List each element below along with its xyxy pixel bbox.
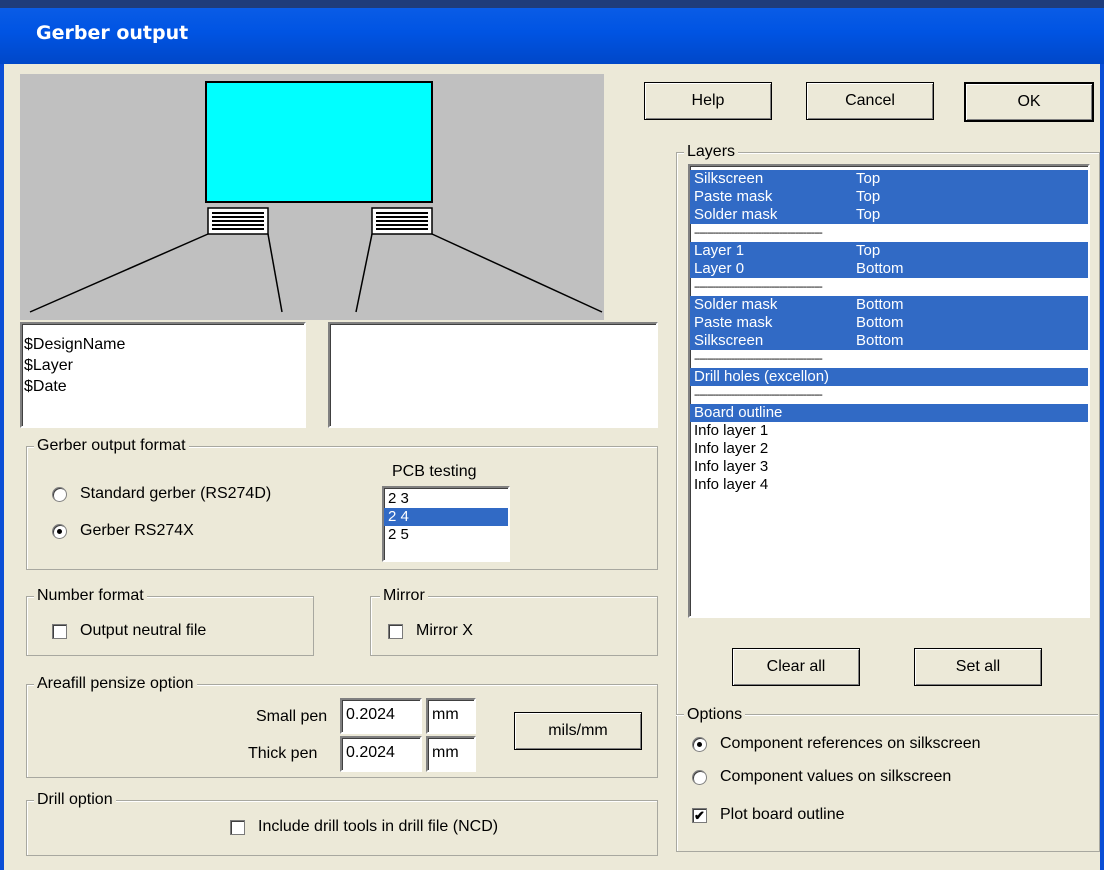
drill-option-label: Drill option — [34, 791, 116, 809]
include-drill-checkbox[interactable] — [230, 820, 245, 835]
title-bar-top-strip — [0, 0, 1104, 8]
output-neutral-checkbox[interactable] — [52, 624, 67, 639]
layer-name: Layer 0 — [694, 260, 745, 277]
layer-name: Info layer 2 — [694, 440, 769, 457]
layer-name: Paste mask — [694, 188, 773, 205]
areafill-label: Areafill pensize option — [34, 675, 197, 693]
layer-row[interactable]: Info layer 4 — [690, 476, 1088, 494]
output-neutral-label[interactable]: Output neutral file — [80, 621, 206, 641]
layer-name: Info layer 3 — [694, 458, 769, 475]
layer-separator: ----------------------------------------… — [694, 227, 823, 239]
layer-name: Info layer 4 — [694, 476, 769, 493]
layer-row[interactable]: Layer 1 Top — [690, 242, 1088, 260]
layer-side: Bottom — [856, 260, 904, 277]
mirror-group — [370, 596, 658, 656]
radio-component-values[interactable] — [692, 770, 707, 785]
layer-row[interactable]: Drill holes (excellon) — [690, 368, 1088, 386]
thick-pen-input[interactable]: 0.2024 — [340, 736, 422, 772]
small-pen-input[interactable]: 0.2024 — [340, 698, 422, 734]
options-label: Options — [684, 706, 746, 724]
layer-row[interactable]: Solder mask Top — [690, 206, 1088, 224]
layer-row[interactable]: Silkscreen Bottom — [690, 332, 1088, 350]
layer-side: Top — [856, 170, 881, 187]
layer-name: Silkscreen — [694, 332, 764, 349]
mirror-x-checkbox[interactable] — [388, 624, 403, 639]
small-pen-unit[interactable]: mm — [426, 698, 476, 734]
layer-side: Top — [856, 188, 881, 205]
title-bar[interactable]: Gerber output — [0, 0, 1104, 64]
component-values-label[interactable]: Component values on silkscreen — [720, 767, 951, 787]
ok-button[interactable]: OK — [964, 82, 1094, 122]
radio-component-references[interactable] — [692, 737, 707, 752]
layer-name: Board outline — [694, 404, 783, 421]
layer-name: Drill holes (excellon) — [694, 368, 830, 385]
layer-name: Solder mask — [694, 296, 778, 313]
text-line-3: $Date — [24, 378, 67, 395]
layer-row[interactable]: Paste mask Bottom — [690, 314, 1088, 332]
pcb-testing-list[interactable]: 2 3 2 4 2 5 — [382, 486, 510, 562]
gerber-format-label: Gerber output format — [34, 437, 189, 455]
layer-side: Bottom — [856, 296, 904, 313]
label-preview-drawing — [29, 81, 603, 313]
layer-row[interactable]: Board outline — [690, 404, 1088, 422]
layers-label: Layers — [684, 143, 739, 161]
window-title: Gerber output — [36, 22, 189, 44]
set-all-button[interactable]: Set all — [914, 648, 1042, 686]
help-button[interactable]: Help — [644, 82, 772, 120]
layer-separator: ----------------------------------------… — [694, 389, 823, 401]
label-text-left[interactable]: $DesignName $Layer $Date — [20, 322, 306, 428]
thick-pen-label: Thick pen — [248, 745, 318, 762]
layer-side: Top — [856, 242, 881, 259]
layer-name: Solder mask — [694, 206, 778, 223]
layer-name: Paste mask — [694, 314, 773, 331]
window-right-border — [1100, 64, 1104, 870]
layer-row[interactable]: Layer 0 Bottom — [690, 260, 1088, 278]
layer-name: Layer 1 — [694, 242, 745, 259]
cancel-button[interactable]: Cancel — [806, 82, 934, 120]
mirror-x-label[interactable]: Mirror X — [416, 621, 473, 641]
standard-gerber-label[interactable]: Standard gerber (RS274D) — [80, 484, 271, 504]
gerber-rs274x-label[interactable]: Gerber RS274X — [80, 521, 194, 541]
layers-list[interactable]: Silkscreen Top Paste mask Top Solder mask Top… — [688, 164, 1090, 618]
pcb-testing-item[interactable]: 2 3 — [384, 490, 508, 508]
layer-row[interactable]: Info layer 2 — [690, 440, 1088, 458]
board-rectangle — [205, 81, 433, 203]
layer-row[interactable]: Info layer 1 — [690, 422, 1088, 440]
small-pen-label: Small pen — [256, 708, 328, 725]
plot-board-outline-checkbox[interactable]: ✔ — [692, 808, 707, 823]
layer-name: Silkscreen — [694, 170, 764, 187]
thick-pen-unit[interactable]: mm — [426, 736, 476, 772]
window-left-border — [0, 64, 4, 870]
clear-all-button[interactable]: Clear all — [732, 648, 860, 686]
layer-side: Bottom — [856, 332, 904, 349]
callout-lines — [29, 233, 603, 313]
number-format-label: Number format — [34, 587, 147, 605]
include-drill-label[interactable]: Include drill tools in drill file (NCD) — [258, 817, 498, 837]
layer-row[interactable]: Info layer 3 — [690, 458, 1088, 476]
layer-side: Top — [856, 206, 881, 223]
label-preview — [20, 74, 604, 320]
text-line-2: $Layer — [24, 357, 73, 374]
layer-side: Bottom — [856, 314, 904, 331]
pcb-testing-item-selected[interactable]: 2 4 — [384, 508, 508, 526]
layer-row[interactable]: Silkscreen Top — [690, 170, 1088, 188]
pcb-testing-item[interactable]: 2 5 — [384, 526, 508, 544]
pcb-testing-label: PCB testing — [392, 463, 477, 480]
layer-name: Info layer 1 — [694, 422, 769, 439]
mils-mm-button[interactable]: mils/mm — [514, 712, 642, 750]
layer-row[interactable]: Solder mask Bottom — [690, 296, 1088, 314]
mirror-label: Mirror — [380, 587, 428, 605]
text-line-1: $DesignName — [24, 336, 126, 353]
radio-gerber-rs274x[interactable] — [52, 524, 67, 539]
gerber-format-group — [26, 446, 658, 570]
radio-standard-gerber[interactable] — [52, 487, 67, 502]
layer-separator: ----------------------------------------… — [694, 353, 823, 365]
layer-separator: ----------------------------------------… — [694, 281, 823, 293]
plot-board-outline-label[interactable]: Plot board outline — [720, 805, 845, 825]
layer-row[interactable]: Paste mask Top — [690, 188, 1088, 206]
label-text-right[interactable] — [328, 322, 658, 428]
component-references-label[interactable]: Component references on silkscreen — [720, 734, 981, 754]
